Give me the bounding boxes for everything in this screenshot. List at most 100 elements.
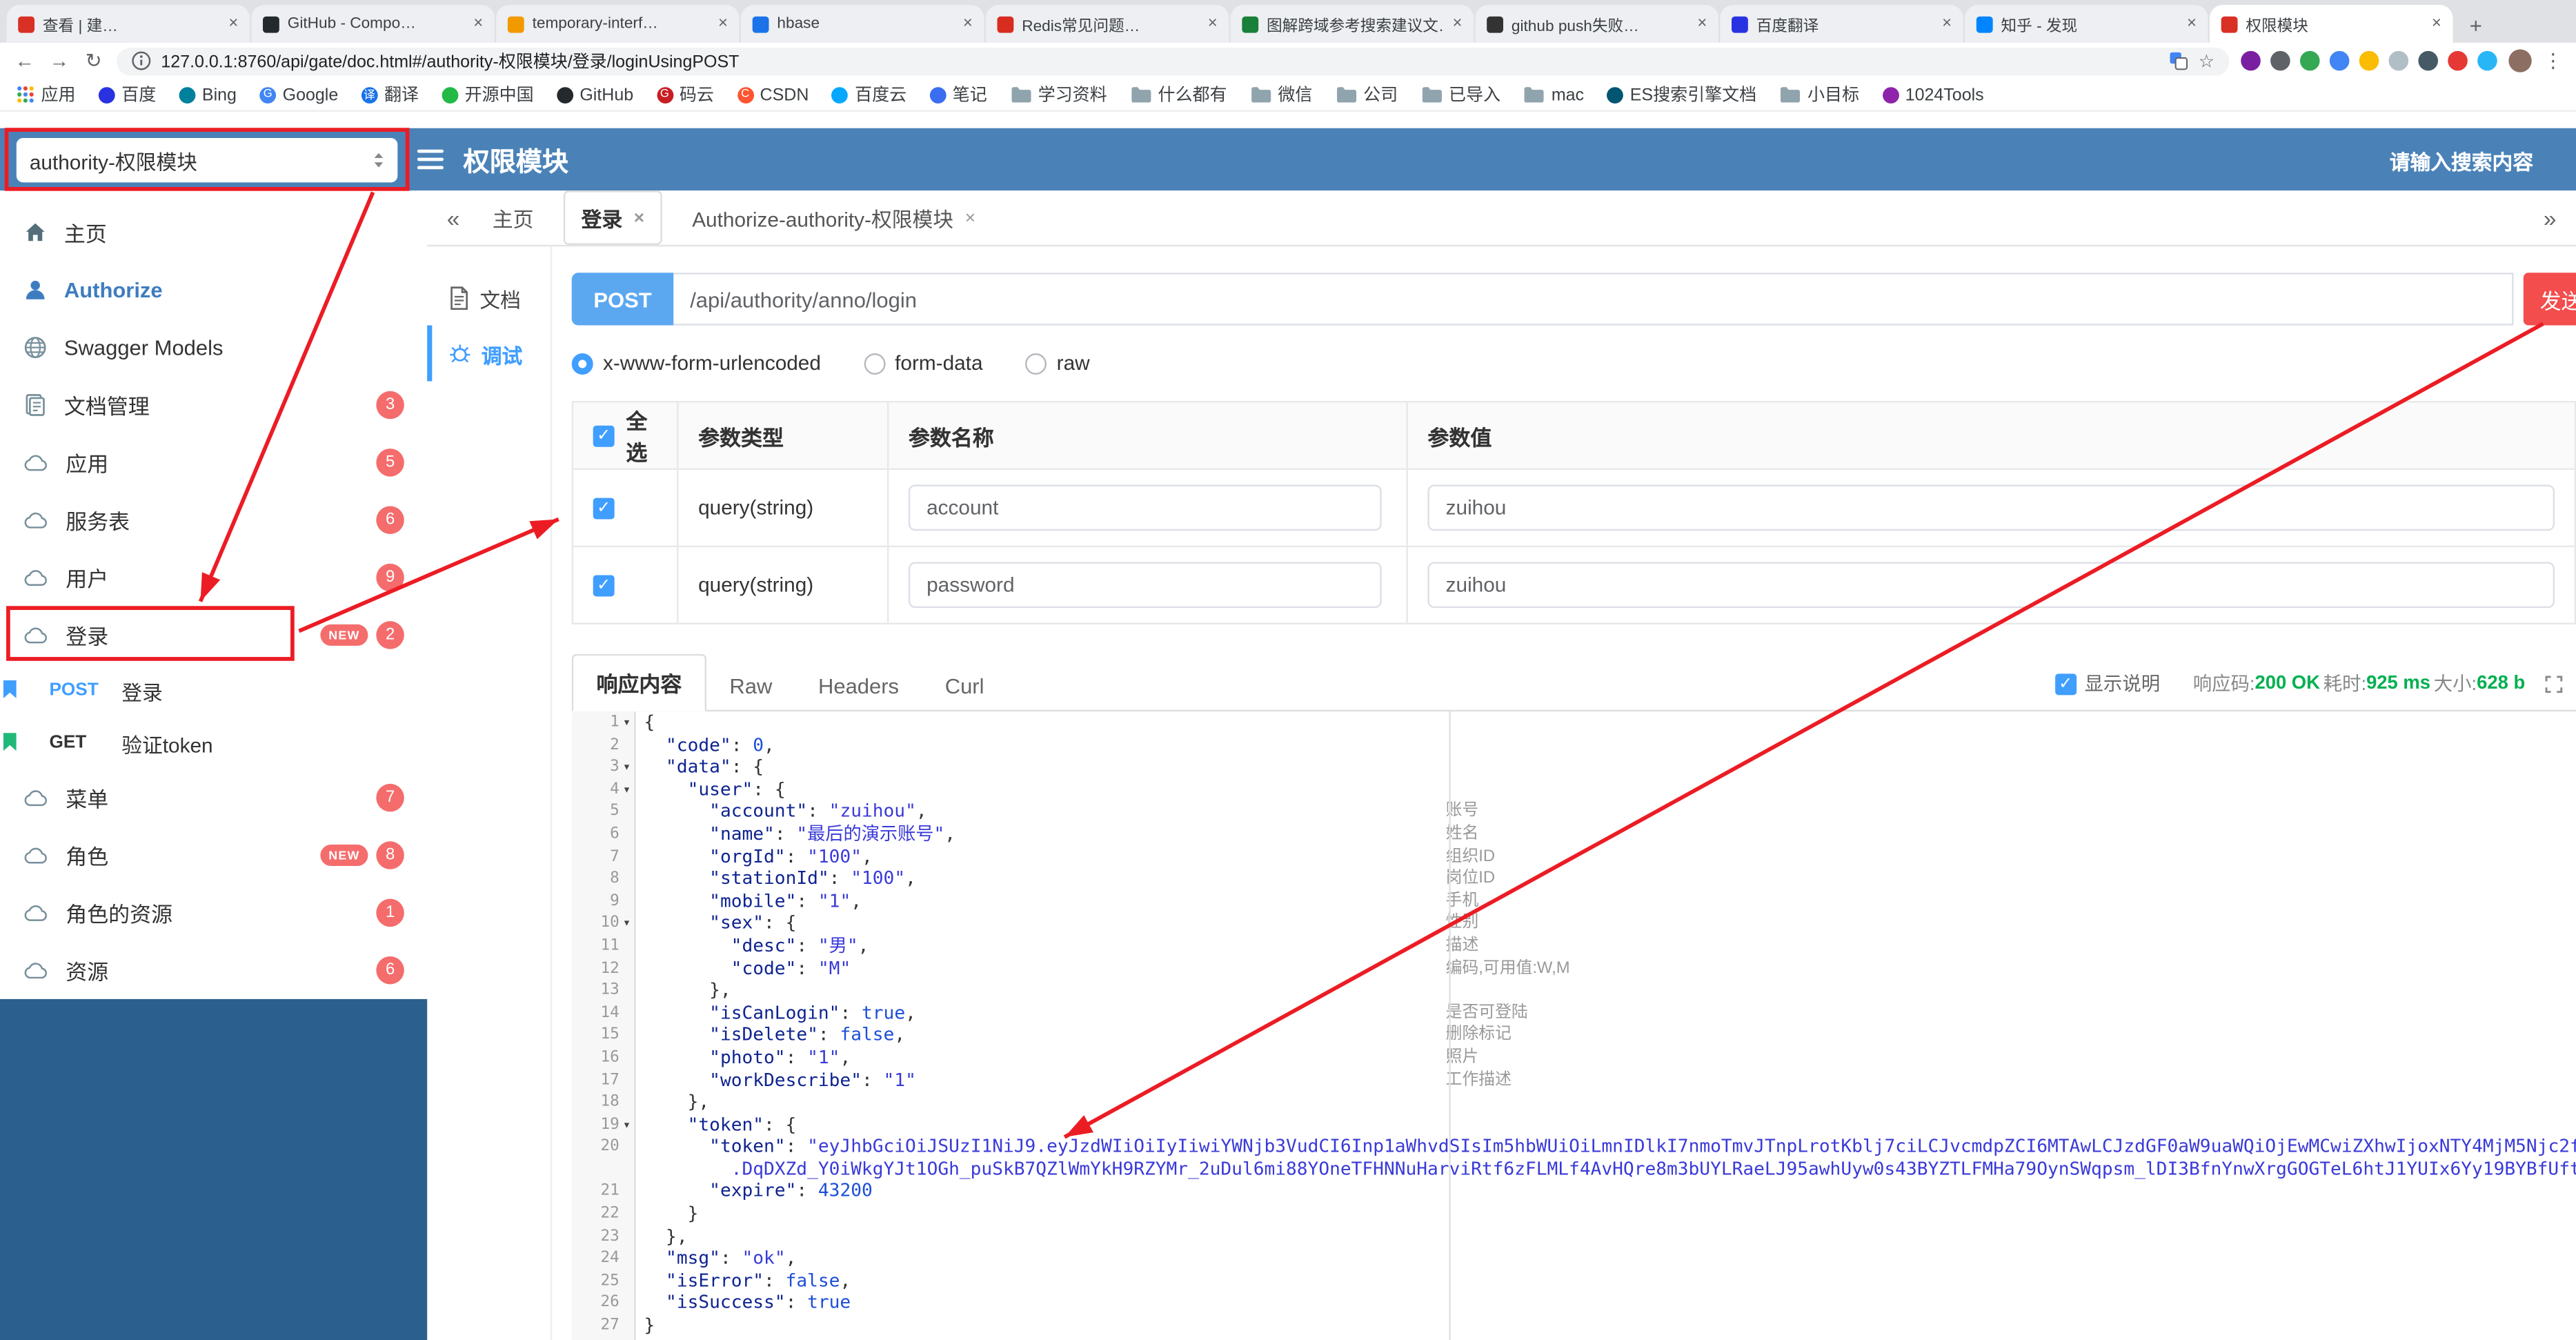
bookmark-item[interactable]: 已导入 — [1421, 82, 1500, 107]
bookmark-item[interactable]: ES搜索引擎文档 — [1607, 82, 1756, 107]
bookmark-item[interactable]: 公司 — [1336, 82, 1398, 107]
bookmark-item[interactable]: 微信 — [1250, 82, 1312, 107]
select-all-checkbox[interactable] — [593, 424, 615, 446]
doc-nav-debug[interactable]: 调试 — [427, 325, 551, 382]
send-button[interactable]: 发送 — [2523, 273, 2576, 326]
new-tab-button[interactable]: + — [2461, 10, 2490, 39]
tab-close-icon[interactable]: × — [2187, 14, 2197, 32]
tab-close-icon[interactable]: × — [1697, 14, 1707, 32]
sidebar-item[interactable]: 角色 NEW 8 — [0, 827, 427, 884]
bookmark-item[interactable]: G 码云 — [656, 82, 714, 107]
extension-icon[interactable] — [2418, 50, 2438, 71]
bookmark-item[interactable]: 学习资料 — [1010, 82, 1107, 107]
back-icon[interactable]: ← — [13, 49, 36, 72]
browser-tab[interactable]: 知乎 - 发现 × — [1965, 5, 2208, 43]
menu-toggle-icon[interactable] — [417, 149, 444, 170]
extension-icon[interactable] — [2477, 50, 2497, 71]
param-name-input[interactable] — [908, 484, 1382, 531]
app-tab[interactable]: Authorize-authority-权限模块 × — [675, 193, 991, 244]
app-tab[interactable]: 登录 × — [563, 190, 663, 245]
sidebar-item[interactable]: 应用 5 — [0, 434, 427, 491]
doc-nav-document[interactable]: 文档 — [427, 270, 551, 326]
sidebar-item[interactable]: 服务表 6 — [0, 491, 427, 549]
tab-close-icon[interactable]: × — [473, 14, 483, 32]
bookmark-item[interactable]: 应用 — [17, 82, 76, 107]
tab-close-icon[interactable]: × — [718, 14, 728, 32]
tabs-scroll-right-icon[interactable]: » — [2544, 204, 2557, 230]
browser-tab[interactable]: hbase × — [741, 5, 984, 43]
response-tab[interactable]: 响应内容 — [571, 653, 707, 712]
tabs-scroll-left-icon[interactable]: « — [447, 204, 460, 230]
row-checkbox[interactable] — [593, 497, 615, 519]
response-tab[interactable]: Curl — [922, 662, 1007, 710]
sidebar-item[interactable]: 主页 — [0, 204, 427, 261]
tab-close-icon[interactable]: × — [1208, 14, 1218, 32]
browser-tab[interactable]: Redis常见问题… × — [985, 5, 1229, 43]
extension-icon[interactable] — [2388, 50, 2409, 71]
response-editor[interactable]: 1 ▾{2 "code": 0, 3 ▾ "data": {4 ▾ "user": {5… — [571, 711, 2576, 1340]
sidebar-item[interactable]: Swagger Models — [0, 319, 427, 376]
tab-close-icon[interactable]: × — [634, 208, 644, 228]
extension-icon[interactable] — [2359, 50, 2379, 71]
sidebar-item[interactable]: 角色的资源 1 — [0, 884, 427, 941]
browser-tab[interactable]: 权限模块 × — [2209, 5, 2453, 43]
translate-icon[interactable] — [2169, 51, 2189, 71]
bookmark-item[interactable]: 开源中国 — [442, 82, 534, 107]
bookmark-item[interactable]: 译翻译 — [361, 82, 419, 107]
content-type-radio[interactable]: x-www-form-urlencoded — [571, 352, 821, 375]
extension-icon[interactable] — [2329, 50, 2350, 71]
sidebar-api-item[interactable]: GET 验证token — [0, 716, 427, 769]
extension-icon[interactable] — [2448, 50, 2468, 71]
browser-tab[interactable]: 百度翻译 × — [1720, 5, 1963, 43]
sidebar-item[interactable]: Authorize — [0, 262, 427, 319]
show-description-checkbox[interactable] — [2054, 673, 2077, 695]
sidebar-item[interactable]: 菜单 7 — [0, 769, 427, 826]
bookmark-item[interactable]: 什么都有 — [1130, 82, 1227, 107]
extension-icon[interactable] — [2270, 50, 2290, 71]
bookmark-item[interactable]: G Google — [259, 85, 338, 104]
module-select[interactable]: authority-权限模块 — [16, 137, 398, 182]
sidebar-item[interactable]: 资源 6 — [0, 942, 427, 999]
bookmark-item[interactable]: 1024Tools — [1882, 85, 1984, 104]
browser-menu-icon[interactable]: ⋮ — [2543, 49, 2563, 72]
browser-tab[interactable]: 图解跨域参考搜索建议文… × — [1230, 5, 1474, 43]
tab-close-icon[interactable]: × — [1942, 14, 1952, 32]
sidebar-api-item[interactable]: POST 登录 — [0, 664, 427, 716]
bookmark-item[interactable]: 小目标 — [1780, 82, 1859, 107]
response-tab[interactable]: Headers — [795, 662, 922, 710]
response-tab[interactable]: Raw — [706, 662, 795, 710]
bookmark-item[interactable]: 百度 — [98, 82, 156, 107]
header-search-input[interactable]: 请输入搜索内容 — [2390, 144, 2560, 175]
param-value-input[interactable] — [1427, 562, 2555, 609]
fullscreen-icon[interactable] — [2545, 675, 2563, 693]
forward-icon[interactable]: → — [48, 49, 70, 72]
sidebar-item[interactable]: 用户 9 — [0, 549, 427, 606]
bookmark-item[interactable]: mac — [1523, 85, 1584, 104]
tab-close-icon[interactable]: × — [965, 208, 975, 228]
tab-close-icon[interactable]: × — [1453, 14, 1463, 32]
tab-close-icon[interactable]: × — [228, 14, 238, 32]
tab-close-icon[interactable]: × — [2432, 14, 2441, 32]
param-value-input[interactable] — [1427, 484, 2555, 531]
bookmark-item[interactable]: C CSDN — [737, 85, 809, 104]
bookmark-item[interactable]: 百度云 — [831, 82, 906, 107]
browser-tab[interactable]: 查看 | 建… × — [6, 5, 250, 43]
extension-icon[interactable] — [2241, 50, 2261, 71]
bookmark-item[interactable]: 笔记 — [929, 82, 987, 107]
tab-close-icon[interactable]: × — [963, 14, 973, 32]
browser-tab[interactable]: temporary-interf… × — [496, 5, 740, 43]
omnibox[interactable]: 127.0.0.1:8760/api/gate/doc.html#/author… — [117, 46, 2230, 75]
row-checkbox[interactable] — [593, 574, 615, 596]
browser-tab[interactable]: GitHub - Compo… × — [251, 5, 495, 43]
bookmark-item[interactable]: Bing — [179, 85, 237, 104]
page-info-icon[interactable] — [132, 51, 152, 71]
app-tab[interactable]: 主页 — [476, 193, 550, 244]
bookmark-item[interactable]: GitHub — [556, 85, 633, 104]
content-type-radio[interactable]: raw — [1025, 352, 1090, 375]
sidebar-item[interactable]: 登录 NEW 2 — [0, 607, 427, 664]
reload-icon[interactable]: ↻ — [82, 49, 105, 72]
content-type-radio[interactable]: form-data — [863, 352, 983, 375]
extension-icon[interactable] — [2299, 50, 2320, 71]
request-url-input[interactable] — [673, 273, 2514, 326]
profile-avatar[interactable] — [2508, 49, 2532, 72]
